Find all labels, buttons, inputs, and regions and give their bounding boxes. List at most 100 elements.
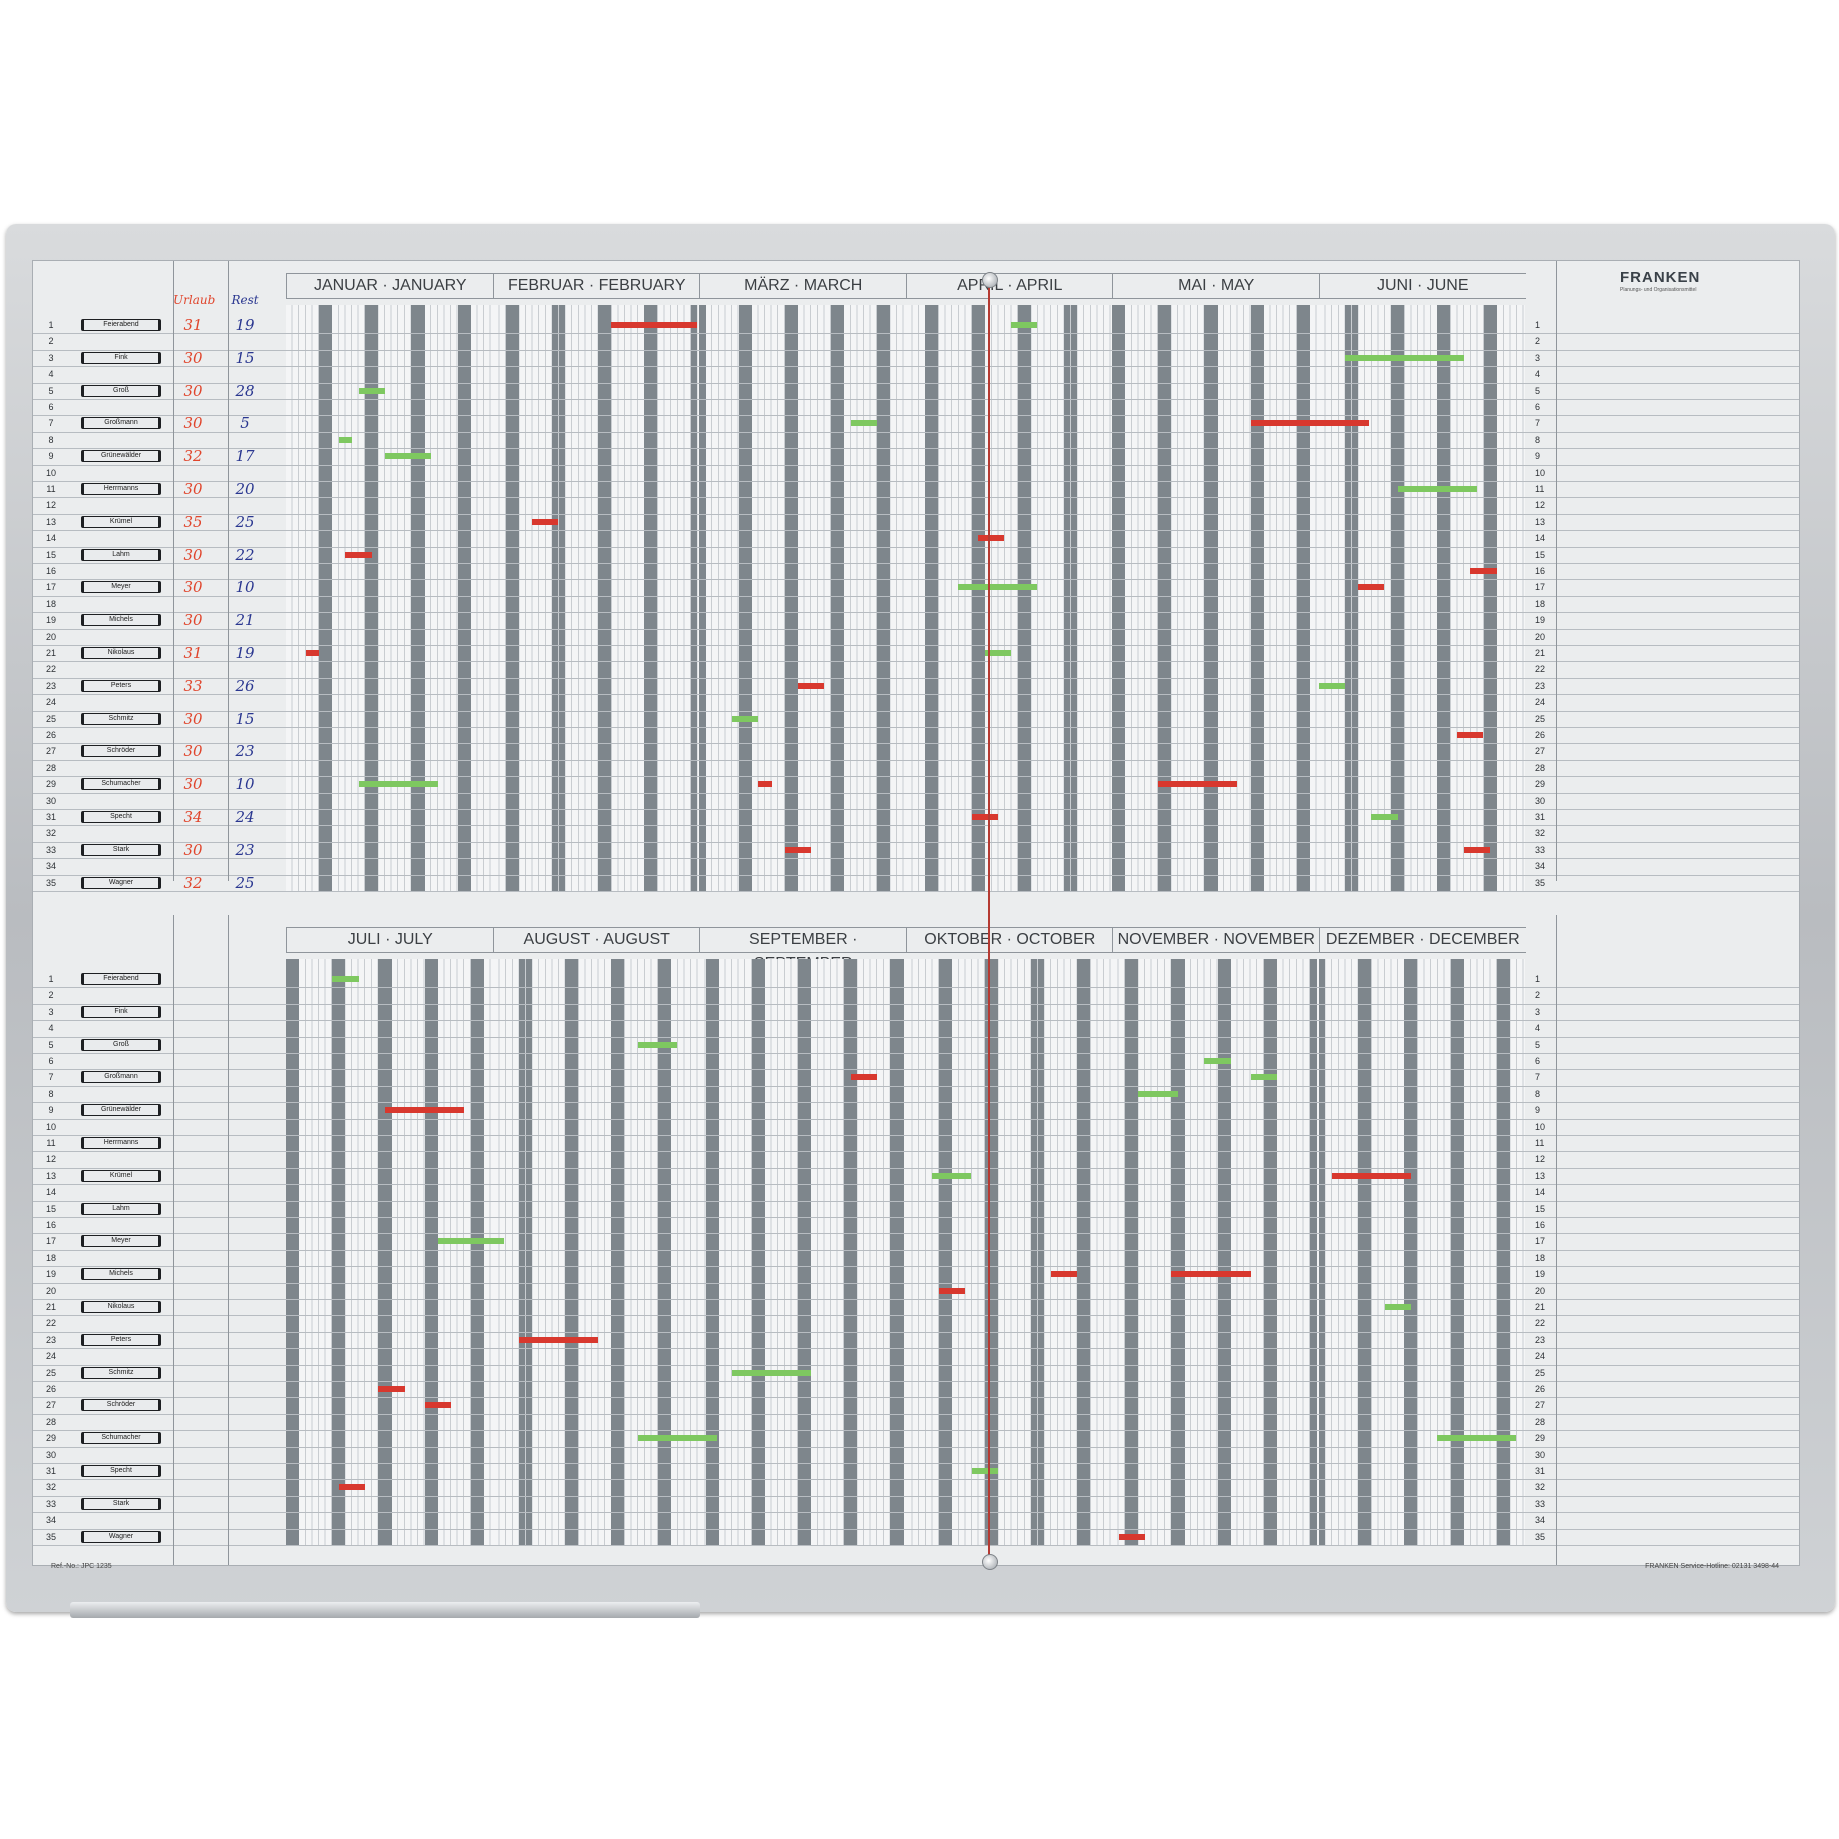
vacation-bar-red[interactable]	[532, 518, 559, 525]
vacation-bar-red[interactable]	[784, 846, 812, 853]
vacation-bar-green[interactable]	[1384, 1304, 1411, 1310]
employee-name-card[interactable]: Feierabend	[81, 319, 161, 331]
employee-name-card[interactable]: Fink	[81, 351, 161, 364]
vacation-bar-red[interactable]	[850, 1074, 878, 1081]
vacation-bar-red[interactable]	[345, 551, 372, 558]
employee-name-card[interactable]: Stark	[81, 1497, 161, 1510]
employee-name-card[interactable]: Feierabend	[81, 973, 161, 985]
vacation-bar-red[interactable]	[978, 535, 1005, 542]
vacation-bar-red[interactable]	[1050, 1271, 1078, 1278]
rod-top-pin[interactable]	[982, 272, 998, 288]
vacation-bar-green[interactable]	[385, 453, 432, 460]
vacation-bar-red[interactable]	[758, 781, 772, 788]
employee-name-card[interactable]: Specht	[81, 811, 161, 823]
row-number-right: 20	[1535, 631, 1546, 642]
vacation-bar-green[interactable]	[1204, 1058, 1231, 1064]
employee-name-card[interactable]: Peters	[81, 1333, 161, 1346]
vacation-bar-red[interactable]	[971, 814, 998, 820]
employee-name-card[interactable]: Schröder	[81, 1399, 161, 1412]
vacation-bar-green[interactable]	[358, 781, 438, 788]
vacation-bar-green[interactable]	[732, 715, 759, 722]
vacation-bar-red[interactable]	[1158, 781, 1238, 788]
vacation-bar-red[interactable]	[1331, 1172, 1411, 1179]
vacation-bar-green[interactable]	[1250, 1074, 1277, 1081]
vacation-bar-green[interactable]	[1437, 1435, 1517, 1442]
vacation-bar-green[interactable]	[437, 1238, 504, 1245]
rod-bottom-pin[interactable]	[982, 1554, 998, 1570]
employee-name-card[interactable]: Schumacher	[81, 1432, 161, 1445]
vacation-bar-green[interactable]	[1318, 682, 1345, 689]
employee-name-card[interactable]: Grünewälder	[81, 1104, 161, 1117]
employee-name-card[interactable]: Peters	[81, 679, 161, 692]
employee-name-card[interactable]: Krümel	[81, 515, 161, 528]
vacation-bar-red[interactable]	[385, 1107, 465, 1114]
vacation-bar-green[interactable]	[1371, 814, 1398, 820]
vacation-bar-red[interactable]	[798, 682, 825, 689]
vacation-bar-red[interactable]	[1457, 732, 1484, 738]
employee-name-card[interactable]: Stark	[81, 843, 161, 856]
employee-name-card[interactable]: Specht	[81, 1465, 161, 1477]
row-number-right: 17	[1535, 1236, 1546, 1247]
vacation-bar-green[interactable]	[1397, 486, 1477, 492]
vacation-bar-green[interactable]	[850, 420, 878, 427]
employee-name-card[interactable]: Fink	[81, 1005, 161, 1018]
vacation-bar-green[interactable]	[332, 976, 359, 982]
vacation-bar-green[interactable]	[637, 1041, 678, 1048]
vacation-bar-green[interactable]	[338, 436, 352, 443]
row-number-left: 26	[45, 730, 56, 740]
employee-name-card[interactable]: Michels	[81, 614, 161, 627]
marker-tray[interactable]	[70, 1602, 700, 1618]
vacation-bar-green[interactable]	[931, 1172, 972, 1179]
vacation-bar-red[interactable]	[1250, 420, 1370, 427]
row-line	[33, 825, 1799, 827]
vacation-bar-red[interactable]	[1470, 568, 1497, 574]
vacation-bar-red[interactable]	[1171, 1271, 1251, 1278]
vacation-bar-green[interactable]	[358, 387, 385, 394]
vacation-bar-red[interactable]	[305, 650, 319, 656]
vacation-bar-green[interactable]	[1138, 1090, 1178, 1097]
employee-name-card[interactable]: Nikolaus	[81, 647, 161, 659]
vacation-bar-red[interactable]	[518, 1336, 599, 1343]
vacation-bar-green[interactable]	[958, 584, 1038, 591]
employee-name-card[interactable]: Wagner	[81, 1530, 161, 1543]
employee-name: Schmitz	[84, 1367, 158, 1378]
vacation-bar-red[interactable]	[1118, 1533, 1145, 1540]
vacation-bar-red[interactable]	[424, 1402, 451, 1409]
employee-name-card[interactable]: Schmitz	[81, 712, 161, 725]
employee-name-card[interactable]: Schröder	[81, 745, 161, 758]
employee-name-card[interactable]: Lahm	[81, 548, 161, 561]
employee-name: Fink	[84, 1006, 158, 1017]
vacation-bar-red[interactable]	[938, 1287, 965, 1294]
employee-name-card[interactable]: Herrmanns	[81, 483, 161, 495]
employee-name-card[interactable]: Nikolaus	[81, 1301, 161, 1313]
vacation-bar-red[interactable]	[378, 1386, 405, 1392]
employee-name-card[interactable]: Wagner	[81, 876, 161, 889]
vacation-bar-red[interactable]	[1358, 584, 1385, 591]
employee-name-card[interactable]: Lahm	[81, 1202, 161, 1215]
employee-name-card[interactable]: Schumacher	[81, 778, 161, 791]
employee-name-card[interactable]: Großmann	[81, 1071, 161, 1084]
weekend-stripe	[551, 305, 559, 891]
employee-name-card[interactable]: Groß	[81, 1038, 161, 1051]
employee-name-card[interactable]: Schmitz	[81, 1366, 161, 1379]
cursor-rod[interactable]	[988, 278, 990, 1560]
vacation-bar-green[interactable]	[971, 1468, 998, 1474]
weekend-stripe	[1131, 959, 1139, 1545]
vacation-bar-green[interactable]	[1344, 354, 1464, 361]
employee-name-card[interactable]: Herrmanns	[81, 1137, 161, 1149]
vacation-bar-red[interactable]	[1463, 846, 1491, 853]
row-line	[33, 1266, 1799, 1268]
row-number-right: 15	[1535, 549, 1546, 560]
vacation-bar-green[interactable]	[1011, 322, 1038, 328]
employee-name-card[interactable]: Groß	[81, 384, 161, 397]
employee-name-card[interactable]: Grünewälder	[81, 450, 161, 463]
vacation-bar-green[interactable]	[637, 1435, 717, 1442]
employee-name-card[interactable]: Meyer	[81, 581, 161, 594]
vacation-bar-green[interactable]	[732, 1369, 812, 1376]
employee-name-card[interactable]: Krümel	[81, 1169, 161, 1182]
employee-name-card[interactable]: Michels	[81, 1268, 161, 1281]
vacation-bar-red[interactable]	[338, 1484, 366, 1491]
vacation-bar-red[interactable]	[611, 322, 698, 328]
employee-name-card[interactable]: Meyer	[81, 1235, 161, 1248]
employee-name-card[interactable]: Großmann	[81, 417, 161, 430]
